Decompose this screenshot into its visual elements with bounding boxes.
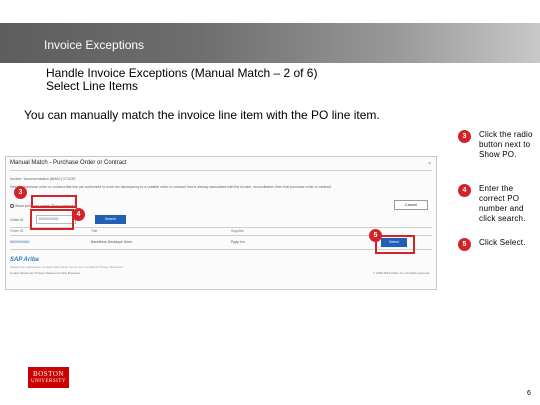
close-icon[interactable]: × xyxy=(428,161,431,167)
search-button[interactable]: Search xyxy=(95,215,126,224)
footer-line-1: Session ID: aribaserver Contact Informat… xyxy=(10,265,124,269)
invoice-info: Invoice: 'Accommodation (BMAC) 071239' xyxy=(10,177,76,181)
slide-heading: Handle Invoice Exceptions (Manual Match … xyxy=(46,67,317,93)
footer-line-2: Cookie Disclosure Privacy Statement Arib… xyxy=(10,271,81,275)
row-order-id[interactable]: 6500004660 xyxy=(10,240,29,244)
sap-ariba-logo: SAP Ariba xyxy=(10,257,39,263)
logo-line-2: UNIVERSITY xyxy=(31,379,66,384)
cancel-button[interactable]: Cancel xyxy=(394,200,428,210)
step-badge-5: 5 xyxy=(369,229,382,242)
instructions-text: Select a purchase order or contract that… xyxy=(10,185,332,189)
radio-highlight xyxy=(31,195,77,208)
step-number: 4 xyxy=(458,184,471,197)
step-text: Click Select. xyxy=(479,238,526,247)
radio-icon[interactable] xyxy=(10,204,14,209)
divider xyxy=(10,249,432,250)
row-supplier: Pppp Inc xyxy=(231,240,245,244)
row-title: BackDesk Desktop# 1Item xyxy=(91,240,133,244)
order-id-label: Order ID xyxy=(10,218,24,222)
step-badge-3: 3 xyxy=(14,186,27,199)
column-header-title: Title xyxy=(91,229,98,233)
heading-line-2: Select Line Items xyxy=(46,79,139,93)
step-badge-4: 4 xyxy=(72,208,85,221)
step-number: 5 xyxy=(458,238,471,251)
column-header-supplier: Supplier xyxy=(231,229,244,233)
step-text: Click the radio button next to Show PO. xyxy=(479,130,533,159)
divider xyxy=(10,170,432,171)
header-title: Invoice Exceptions xyxy=(44,38,145,52)
order-input-highlight xyxy=(30,209,74,230)
page-number: 6 xyxy=(527,390,531,397)
step-number: 3 xyxy=(458,130,471,143)
header-bar: Invoice Exceptions xyxy=(0,23,540,63)
step-text: Enter the correct PO number and click se… xyxy=(479,184,526,223)
column-header-order: Order ID xyxy=(10,229,24,233)
copyright-text: © 1996-2019 Ariba, Inc. All rights reser… xyxy=(372,271,430,275)
boston-university-logo: BOSTON UNIVERSITY xyxy=(28,367,69,388)
screenshot-title: Manual Match - Purchase Order or Contrac… xyxy=(10,160,127,166)
logo-line-1: BOSTON xyxy=(33,370,64,378)
intro-text: You can manually match the invoice line … xyxy=(24,108,380,122)
